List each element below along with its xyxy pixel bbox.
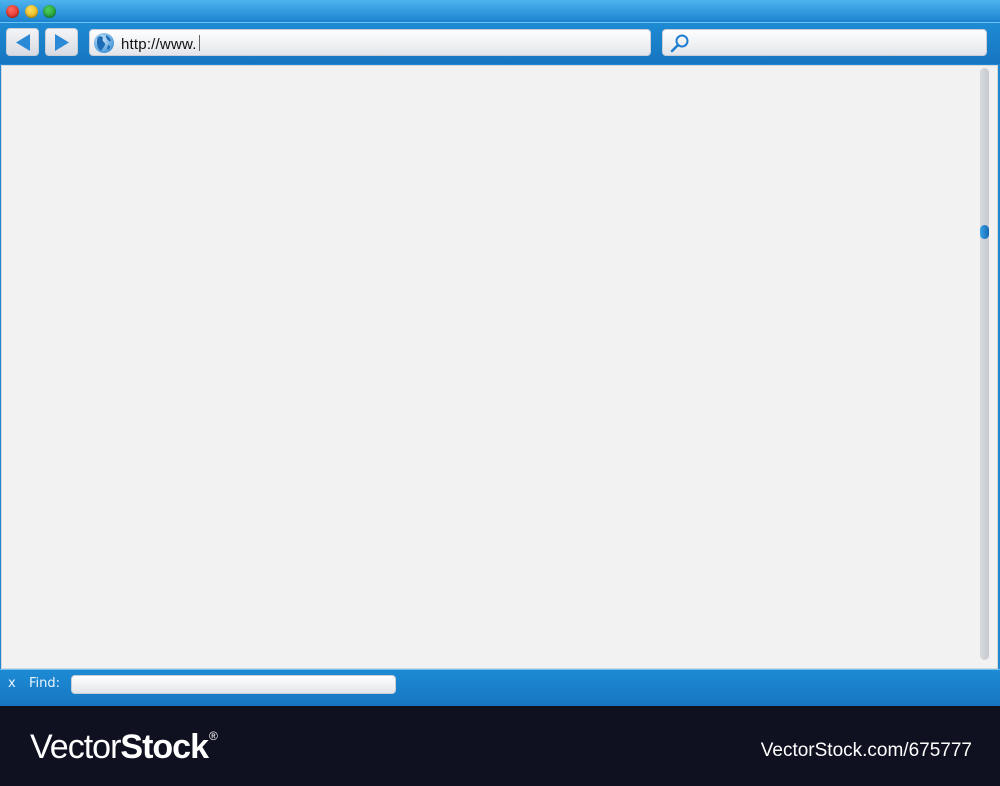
address-bar[interactable]: http://www. [89,29,651,56]
title-bar [0,0,1000,22]
vertical-scrollbar[interactable] [980,68,989,660]
text-caret [198,35,200,51]
page-content[interactable] [1,65,998,669]
toolbar: http://www. [0,22,1000,64]
search-icon [670,34,689,53]
back-button[interactable] [6,28,39,56]
find-close-button[interactable]: x [8,676,16,691]
find-input[interactable] [71,675,396,694]
minimize-icon[interactable] [25,5,38,18]
registered-mark: ® [208,729,218,743]
globe-icon [94,33,114,53]
back-arrow-icon [16,34,30,51]
scrollbar-thumb[interactable] [980,225,989,239]
find-bar: x Find: [0,669,1000,707]
watermark-url: VectorStock.com/675777 [760,740,972,761]
search-bar[interactable] [662,29,987,56]
url-input[interactable]: http://www. [121,35,200,53]
find-label: Find: [29,676,61,691]
watermark-brand-bold: Stock [120,728,209,766]
forward-button[interactable] [45,28,78,56]
watermark-logo: VectorStock® [30,728,218,767]
close-icon[interactable] [6,5,19,18]
watermark-brand-light: Vector [30,728,121,766]
browser-window: http://www. x Find: [0,0,1000,707]
watermark-banner: VectorStock® VectorStock.com/675777 [0,706,1000,786]
maximize-icon[interactable] [43,5,56,18]
forward-arrow-icon [55,34,69,51]
